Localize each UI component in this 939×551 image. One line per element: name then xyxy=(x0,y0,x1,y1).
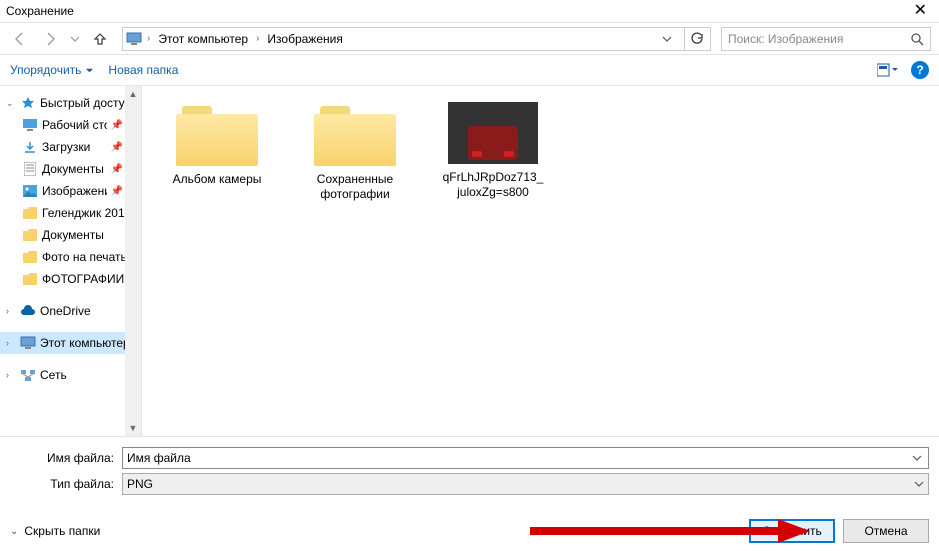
expand-icon[interactable]: › xyxy=(6,338,16,348)
sidebar-item-network[interactable]: › Сеть xyxy=(0,364,141,386)
chevron-right-icon: › xyxy=(145,33,152,44)
network-icon xyxy=(20,367,36,383)
item-label: Альбом камеры xyxy=(173,172,262,187)
nav-forward-button[interactable] xyxy=(38,27,62,51)
sidebar-label: Рабочий сто… xyxy=(42,118,107,132)
refresh-button[interactable] xyxy=(684,28,708,50)
search-icon[interactable] xyxy=(910,32,924,46)
sidebar-item-this-pc[interactable]: › Этот компьютер xyxy=(0,332,141,354)
filename-label: Имя файла: xyxy=(10,451,122,465)
main-body: ⌄ Быстрый доступ Рабочий сто… 📌 Загрузки… xyxy=(0,86,939,436)
cancel-label: Отмена xyxy=(864,524,907,538)
chevron-right-icon: › xyxy=(254,33,261,44)
title-bar: Сохранение ✕ xyxy=(0,0,939,22)
expand-icon[interactable]: › xyxy=(6,370,16,380)
cloud-icon xyxy=(20,303,36,319)
file-item-image[interactable]: qFrLhJRpDoz713_juloxZg=s800 xyxy=(438,102,548,200)
file-list[interactable]: Альбом камеры Сохраненныефотографии qFrL… xyxy=(142,86,939,436)
sidebar-label: Документы xyxy=(42,162,107,176)
folder-icon xyxy=(22,249,38,265)
item-label: qFrLhJRpDoz713_juloxZg=s800 xyxy=(443,170,544,200)
new-folder-button[interactable]: Новая папка xyxy=(108,63,178,77)
folder-icon xyxy=(22,271,38,287)
expand-icon[interactable]: › xyxy=(6,306,16,316)
filename-dropdown-icon[interactable] xyxy=(910,453,924,463)
sidebar-item-pictures[interactable]: Изображени… 📌 xyxy=(0,180,141,202)
item-label: Сохраненныефотографии xyxy=(317,172,393,202)
breadcrumb-part-pictures[interactable]: Изображения xyxy=(263,32,346,46)
navigation-bar: › Этот компьютер › Изображения xyxy=(0,22,939,54)
pictures-icon xyxy=(22,183,38,199)
folder-icon xyxy=(314,102,396,166)
folder-icon xyxy=(22,205,38,221)
filetype-dropdown-icon[interactable] xyxy=(914,479,924,489)
scroll-down-icon[interactable]: ▼ xyxy=(125,420,141,436)
hide-folders-label: Скрыть папки xyxy=(24,524,100,538)
folder-item-saved-photos[interactable]: Сохраненныефотографии xyxy=(300,102,410,202)
folder-item-camera-album[interactable]: Альбом камеры xyxy=(162,102,272,187)
organize-menu[interactable]: Упорядочить xyxy=(10,63,94,77)
pc-icon xyxy=(20,335,36,351)
address-bar[interactable]: › Этот компьютер › Изображения xyxy=(122,27,711,51)
close-icon[interactable]: ✕ xyxy=(906,3,935,19)
filetype-select[interactable]: PNG xyxy=(122,473,929,495)
view-options-icon[interactable] xyxy=(877,62,899,78)
sidebar-item-photos-caps[interactable]: ФОТОГРАФИИ xyxy=(0,268,141,290)
filename-input[interactable] xyxy=(127,451,910,465)
address-dropdown-icon[interactable] xyxy=(662,34,680,44)
downloads-icon xyxy=(22,139,38,155)
collapse-icon[interactable]: ⌄ xyxy=(6,98,16,109)
image-thumbnail xyxy=(448,102,538,164)
nav-up-button[interactable] xyxy=(88,27,112,51)
documents-icon xyxy=(22,161,38,177)
new-folder-label: Новая папка xyxy=(108,63,178,77)
breadcrumb-part-pc[interactable]: Этот компьютер xyxy=(154,32,252,46)
sidebar-item-onedrive[interactable]: › OneDrive xyxy=(0,300,141,322)
sidebar-item-documents[interactable]: Документы 📌 xyxy=(0,158,141,180)
folder-icon xyxy=(176,102,258,166)
sidebar-item-gelendzhik[interactable]: Геленджик 2010 xyxy=(0,202,141,224)
scroll-up-icon[interactable]: ▲ xyxy=(125,86,141,102)
sidebar-item-downloads[interactable]: Загрузки 📌 xyxy=(0,136,141,158)
toolbar: Упорядочить Новая папка ? xyxy=(0,54,939,86)
annotation-arrow-icon xyxy=(530,517,810,545)
star-icon xyxy=(20,95,36,111)
pc-icon xyxy=(125,30,143,48)
sidebar-item-documents2[interactable]: Документы xyxy=(0,224,141,246)
nav-back-button[interactable] xyxy=(8,27,32,51)
form-area: Имя файла: Тип файла: PNG xyxy=(0,436,939,505)
chevron-down-icon: ⌄ xyxy=(10,526,18,537)
filename-field-wrapper[interactable] xyxy=(122,447,929,469)
sidebar-label: Изображени… xyxy=(42,184,107,198)
sidebar-item-quick-access[interactable]: ⌄ Быстрый доступ xyxy=(0,92,141,114)
sidebar: ⌄ Быстрый доступ Рабочий сто… 📌 Загрузки… xyxy=(0,86,142,436)
search-input[interactable] xyxy=(728,32,910,46)
filetype-label: Тип файла: xyxy=(10,477,122,491)
window-title: Сохранение xyxy=(6,4,74,18)
search-box[interactable] xyxy=(721,27,931,51)
sidebar-scrollbar[interactable]: ▲ ▼ xyxy=(125,86,141,436)
sidebar-item-desktop[interactable]: Рабочий сто… 📌 xyxy=(0,114,141,136)
filetype-value: PNG xyxy=(127,477,153,491)
cancel-button[interactable]: Отмена xyxy=(843,519,929,543)
organize-label: Упорядочить xyxy=(10,63,81,77)
sidebar-item-print-photos[interactable]: Фото на печать xyxy=(0,246,141,268)
hide-folders-toggle[interactable]: ⌄ Скрыть папки xyxy=(10,524,100,538)
help-icon[interactable]: ? xyxy=(911,61,929,79)
sidebar-label: Загрузки xyxy=(42,140,107,154)
nav-recent-dropdown[interactable] xyxy=(68,34,82,44)
footer: ⌄ Скрыть папки Сохранить Отмена xyxy=(0,505,939,551)
folder-icon xyxy=(22,227,38,243)
desktop-icon xyxy=(22,117,38,133)
